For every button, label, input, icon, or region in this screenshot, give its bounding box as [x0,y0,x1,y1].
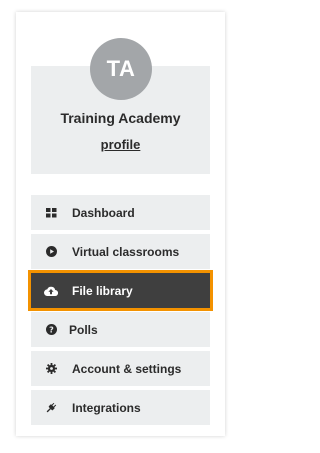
sidebar-item-label: Dashboard [72,205,135,220]
sidebar-nav: Dashboard Virtual classrooms File librar… [28,195,213,429]
sidebar-item-label: Virtual classrooms [72,244,180,259]
profile-link[interactable]: profile [31,137,210,152]
play-circle-icon [44,245,58,259]
gear-icon [44,362,58,376]
cloud-upload-icon [44,284,58,298]
sidebar-item-file-library[interactable]: File library [28,270,213,311]
sidebar-item-label: File library [72,283,133,298]
avatar-initials: TA [106,56,136,81]
sidebar-item-dashboard[interactable]: Dashboard [31,195,210,230]
plug-icon [44,401,58,415]
organization-name: Training Academy [60,110,181,126]
grid-icon [44,206,58,220]
sidebar-card: TA Training Academy profile Dashboard Vi… [16,12,225,436]
avatar: TA [90,38,152,100]
sidebar-item-label: Polls [69,322,98,337]
svg-text:?: ? [49,325,54,334]
sidebar-item-polls[interactable]: ? Polls [31,312,210,347]
sidebar-item-label: Account & settings [72,361,182,376]
sidebar-item-integrations[interactable]: Integrations [31,390,210,425]
sidebar-item-label: Integrations [72,400,141,415]
sidebar-item-account-settings[interactable]: Account & settings [31,351,210,386]
question-circle-icon: ? [44,323,58,337]
sidebar-item-virtual-classrooms[interactable]: Virtual classrooms [31,234,210,269]
